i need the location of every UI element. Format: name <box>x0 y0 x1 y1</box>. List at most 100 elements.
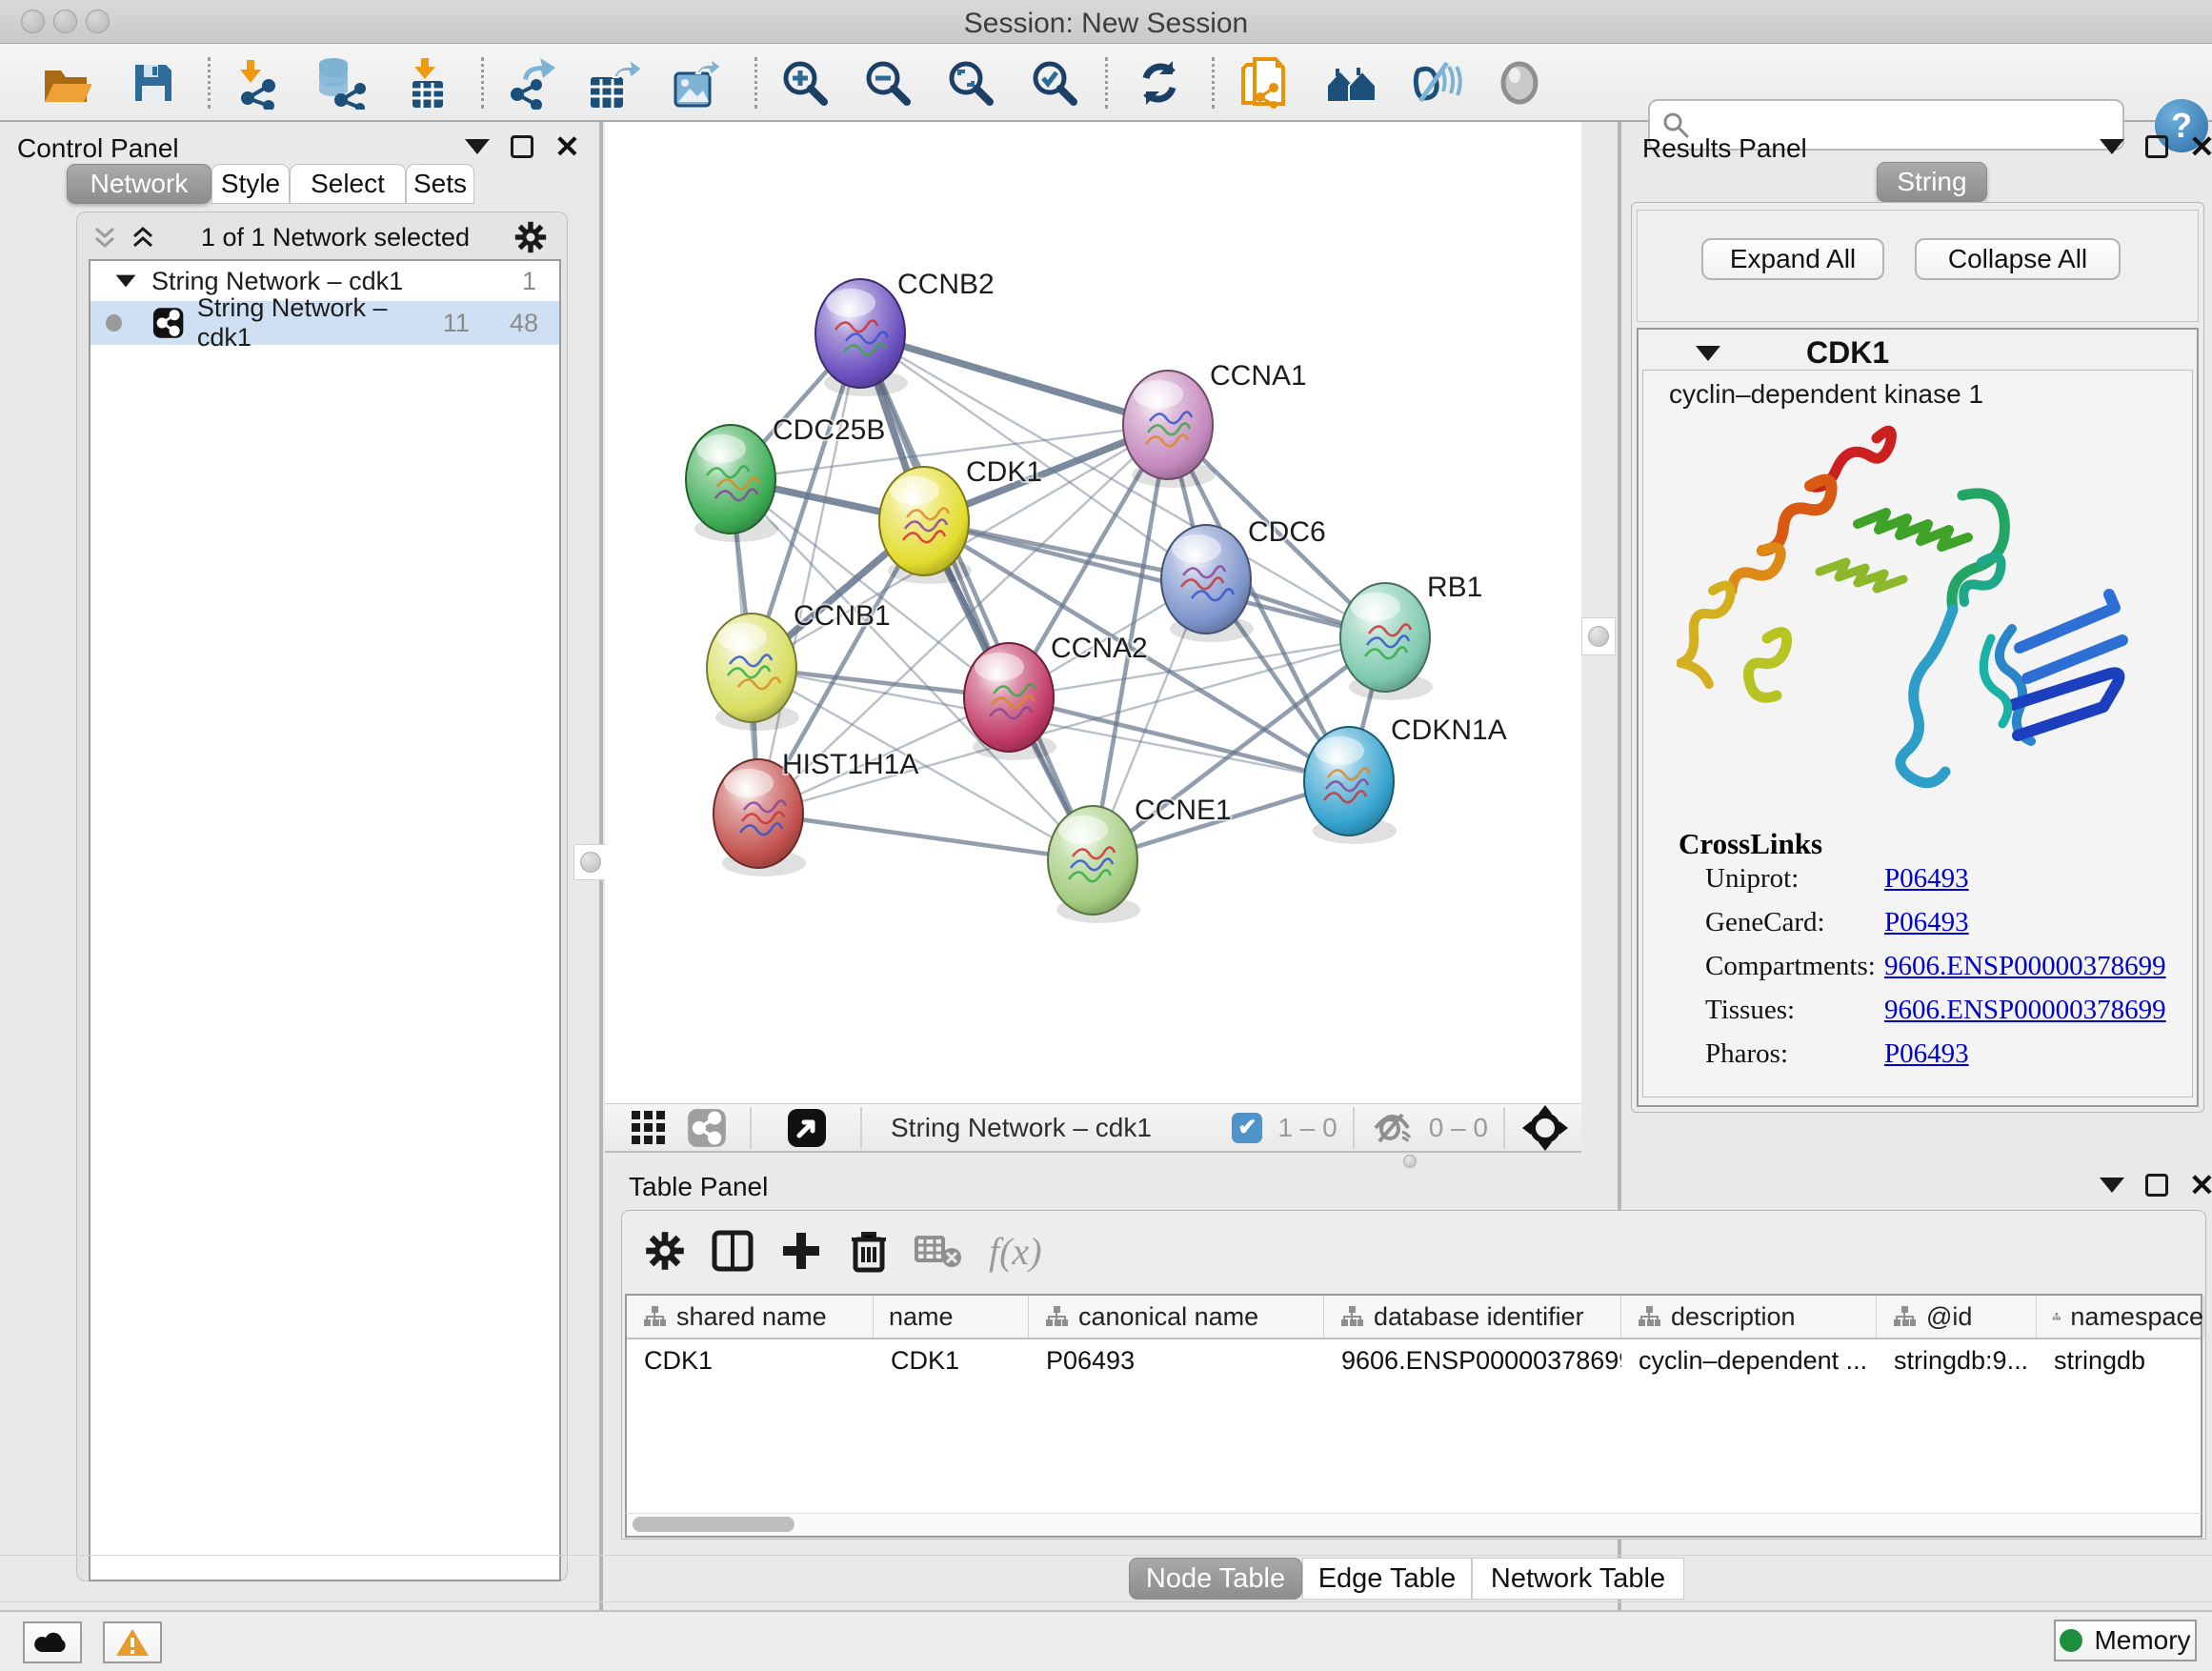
zoom-selected-button[interactable] <box>1027 55 1082 111</box>
edge-CCNB2-CCNA1[interactable] <box>860 333 1168 425</box>
node-CCNA1[interactable] <box>1123 371 1216 488</box>
node-CCNA2[interactable] <box>964 643 1056 760</box>
export-network-button[interactable] <box>503 55 558 111</box>
tab-select[interactable]: Select <box>290 164 406 204</box>
add-column-icon[interactable] <box>779 1229 823 1273</box>
column-header-canonical-name[interactable]: canonical name <box>1029 1296 1324 1338</box>
column-header--id[interactable]: @id <box>1877 1296 2037 1338</box>
table-horizontal-scrollbar[interactable] <box>625 1513 2202 1538</box>
delete-column-icon[interactable] <box>848 1228 890 1274</box>
panel-float-icon[interactable] <box>2145 1174 2168 1197</box>
crosslink-link[interactable]: P06493 <box>1884 1038 1969 1082</box>
zoom-out-button[interactable] <box>860 55 915 111</box>
table-cell[interactable]: 9606.ENSP00000378699 <box>1324 1339 1621 1381</box>
gene-collapse-icon[interactable] <box>1696 346 1720 361</box>
column-header-namespace[interactable]: namespace <box>2037 1296 2204 1338</box>
fit-crosshair-icon[interactable] <box>1520 1103 1570 1153</box>
node-label-CDC6: CDC6 <box>1248 516 1326 548</box>
left-splitter-handle[interactable] <box>573 844 608 880</box>
column-header-description[interactable]: description <box>1621 1296 1877 1338</box>
tab-node-table[interactable]: Node Table <box>1129 1558 1302 1600</box>
refresh-icon <box>1134 57 1185 109</box>
refresh-layout-button[interactable] <box>1132 55 1187 111</box>
crosslink-link[interactable]: P06493 <box>1884 907 1969 951</box>
gene-header[interactable]: CDK1 <box>1696 335 1889 371</box>
import-network-database-button[interactable] <box>312 55 368 111</box>
crosslink-link[interactable]: P06493 <box>1884 863 1969 907</box>
collapse-all-icon[interactable] <box>90 223 119 252</box>
node-CCNB1[interactable] <box>707 614 799 731</box>
export-table-button[interactable] <box>585 55 640 111</box>
share-view-icon[interactable] <box>687 1108 727 1148</box>
node-label-CCNE1: CCNE1 <box>1135 795 1232 826</box>
memory-button[interactable]: Memory <box>2054 1620 2197 1661</box>
tab-style[interactable]: Style <box>211 164 290 204</box>
table-cell[interactable]: CDK1 <box>627 1339 874 1381</box>
scrollbar-thumb[interactable] <box>633 1517 794 1532</box>
tab-string[interactable]: String <box>1877 162 1987 202</box>
tab-edge-table[interactable]: Edge Table <box>1302 1558 1472 1600</box>
export-image-button[interactable] <box>667 55 722 111</box>
node-CDC25B[interactable] <box>686 425 778 542</box>
tab-sets[interactable]: Sets <box>406 164 474 204</box>
grid-view-icon[interactable] <box>630 1109 668 1147</box>
table-row[interactable]: CDK1CDK1P064939606.ENSP00000378699cyclin… <box>627 1339 2201 1381</box>
zoom-in-button[interactable] <box>777 55 833 111</box>
panel-close-icon[interactable]: ✕ <box>2189 135 2212 158</box>
toolbar-separator <box>1503 1107 1505 1149</box>
string-home-button[interactable] <box>1324 55 1379 111</box>
edge-CCNB2-HIST1H1A[interactable] <box>758 333 860 814</box>
column-header-shared-name[interactable]: shared name <box>627 1296 874 1338</box>
network-graph[interactable]: CCNB2CCNA1CDC25BCDK1CDC6RB1CCNB1CCNA2CDK… <box>605 122 1581 1103</box>
table-cell[interactable]: stringdb:9... <box>1877 1339 2037 1381</box>
panel-menu-icon[interactable] <box>465 139 490 154</box>
node-RB1[interactable] <box>1340 583 1433 700</box>
birdseye-view-icon[interactable] <box>786 1107 828 1149</box>
tab-network-table[interactable]: Network Table <box>1472 1558 1684 1600</box>
hidden-eye-icon[interactable] <box>1370 1111 1414 1145</box>
save-session-button[interactable] <box>126 55 181 111</box>
panel-close-icon[interactable]: ✕ <box>2189 1174 2212 1197</box>
crosslink-link[interactable]: 9606.ENSP00000378699 <box>1884 951 2166 995</box>
panel-float-icon[interactable] <box>511 135 533 158</box>
table-cell[interactable]: stringdb <box>2037 1339 2204 1381</box>
table-cell[interactable]: cyclin–dependent ... <box>1621 1339 1877 1381</box>
edge-HIST1H1A-CCNE1[interactable] <box>758 814 1093 860</box>
show-eye-button[interactable] <box>1492 55 1547 111</box>
node-CCNB2[interactable] <box>815 279 908 396</box>
open-session-button[interactable] <box>38 55 93 111</box>
network-canvas[interactable]: CCNB2CCNA1CDC25BCDK1CDC6RB1CCNB1CCNA2CDK… <box>605 122 1581 1103</box>
expand-all-icon[interactable] <box>129 223 157 252</box>
column-header-name[interactable]: name <box>874 1296 1029 1338</box>
import-table-button[interactable] <box>400 55 455 111</box>
panel-menu-icon[interactable] <box>2100 1178 2124 1193</box>
panel-float-icon[interactable] <box>2145 135 2168 158</box>
tab-network[interactable]: Network <box>67 164 211 204</box>
cloud-status-button[interactable] <box>23 1621 82 1663</box>
zoom-fit-button[interactable] <box>943 55 998 111</box>
show-columns-icon[interactable] <box>711 1229 754 1273</box>
table-gear-icon[interactable] <box>644 1230 686 1272</box>
collapse-all-button[interactable]: Collapse All <box>1915 238 2121 280</box>
hide-panel-glasses-button[interactable] <box>1408 55 1463 111</box>
node-CDK1[interactable] <box>879 467 972 584</box>
network-tree-child-row[interactable]: String Network – cdk1 11 48 <box>90 301 559 345</box>
table-cell[interactable]: P06493 <box>1029 1339 1324 1381</box>
expand-all-button[interactable]: Expand All <box>1701 238 1884 280</box>
selected-checkbox-icon[interactable]: ✔ <box>1232 1113 1262 1143</box>
gear-icon[interactable] <box>513 220 548 254</box>
panel-close-icon[interactable]: ✕ <box>554 135 580 158</box>
column-header-database-identifier[interactable]: database identifier <box>1324 1296 1621 1338</box>
node-CDC6[interactable] <box>1161 525 1254 642</box>
import-network-file-button[interactable] <box>232 55 288 111</box>
edge-CCNB2-CCNE1[interactable] <box>860 333 1093 860</box>
node-CDKN1A[interactable] <box>1304 727 1397 844</box>
panel-menu-icon[interactable] <box>2100 139 2124 154</box>
tree-expand-icon[interactable] <box>116 275 136 288</box>
right-splitter-handle[interactable] <box>1581 617 1616 655</box>
crosslink-link[interactable]: 9606.ENSP00000378699 <box>1884 995 2166 1038</box>
string-import-button[interactable] <box>1238 55 1294 111</box>
node-CCNE1[interactable] <box>1048 806 1140 923</box>
warning-status-button[interactable] <box>103 1621 162 1663</box>
table-cell[interactable]: CDK1 <box>874 1339 1029 1381</box>
